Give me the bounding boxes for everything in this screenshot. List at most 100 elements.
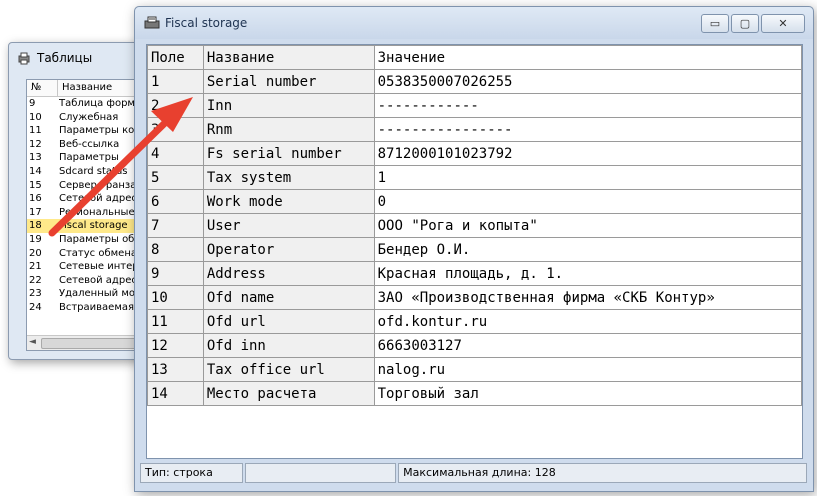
tables-window-titlebar[interactable]: Таблицы: [9, 43, 149, 73]
maximize-button[interactable]: ▢: [731, 14, 759, 33]
list-item[interactable]: 16 Сетевой адрес: [27, 192, 149, 206]
column-header-name[interactable]: Название: [202, 45, 375, 70]
value-cell[interactable]: nalog.ru: [373, 357, 802, 382]
value-cell[interactable]: ЗАО «Производственная фирма «СКБ Контур»: [373, 285, 802, 310]
table-row[interactable]: 6 Work mode 0: [147, 189, 802, 214]
field-cell[interactable]: 1: [147, 69, 204, 94]
list-item[interactable]: 22 Сетевой адрес: [27, 274, 149, 288]
name-cell[interactable]: Address: [202, 261, 375, 286]
name-cell[interactable]: Inn: [202, 93, 375, 118]
column-header-number[interactable]: №: [27, 80, 58, 96]
value-cell[interactable]: 8712000101023792: [373, 141, 802, 166]
name-cell[interactable]: Ofd url: [202, 309, 375, 334]
table-header-row: Поле Название Значение: [147, 45, 802, 70]
table-row[interactable]: 2 Inn ------------: [147, 93, 802, 118]
list-item-number: 21: [29, 261, 42, 273]
field-cell[interactable]: 9: [147, 261, 204, 286]
list-item-name: Сервер транза: [59, 179, 137, 191]
value-cell[interactable]: Торговый зал: [373, 381, 802, 406]
list-item[interactable]: 10 Служебная: [27, 111, 149, 125]
field-cell[interactable]: 14: [147, 381, 204, 406]
name-cell[interactable]: Fs serial number: [202, 141, 375, 166]
table-row[interactable]: 11 Ofd url ofd.kontur.ru: [147, 309, 802, 334]
table-row[interactable]: 1 Serial number 0538350007026255: [147, 69, 802, 94]
value-cell[interactable]: ООО "Рога и копыта": [373, 213, 802, 238]
minimize-button[interactable]: ▭: [701, 14, 729, 33]
list-item[interactable]: 13 Параметры: [27, 151, 149, 165]
list-item[interactable]: 20 Статус обмена: [27, 247, 149, 261]
name-cell[interactable]: Rnm: [202, 117, 375, 142]
name-cell[interactable]: Serial number: [202, 69, 375, 94]
field-cell[interactable]: 11: [147, 309, 204, 334]
name-cell[interactable]: Operator: [202, 237, 375, 262]
list-item[interactable]: 17 Региональные: [27, 206, 149, 220]
table-row[interactable]: 3 Rnm ----------------: [147, 117, 802, 142]
name-cell[interactable]: Место расчета: [202, 381, 375, 406]
field-cell[interactable]: 5: [147, 165, 204, 190]
field-cell[interactable]: 3: [147, 117, 204, 142]
fiscal-table: Поле Название Значение 1 Serial number 053…: [147, 45, 802, 406]
table-row[interactable]: 12 Ofd inn 6663003127: [147, 333, 802, 358]
value-cell[interactable]: ----------------: [373, 117, 802, 142]
list-item-number: 16: [29, 193, 42, 205]
list-item[interactable]: 21 Сетевые интер: [27, 260, 149, 274]
value-cell[interactable]: ------------: [373, 93, 802, 118]
column-header-value[interactable]: Значение: [373, 45, 802, 70]
list-item-number: 17: [29, 206, 42, 218]
list-item[interactable]: 23 Удаленный мо: [27, 287, 149, 301]
name-cell[interactable]: Ofd name: [202, 285, 375, 310]
list-item-name: Встраиваемая: [59, 301, 135, 313]
value-cell[interactable]: Красная площадь, д. 1.: [373, 261, 802, 286]
close-button[interactable]: ✕: [761, 14, 805, 33]
fiscal-storage-grid[interactable]: Поле Название Значение 1 Serial number 053…: [146, 44, 803, 459]
name-cell[interactable]: Work mode: [202, 189, 375, 214]
table-row[interactable]: 10 Ofd name ЗАО «Производственная фирма «С…: [147, 285, 802, 310]
field-cell[interactable]: 12: [147, 333, 204, 358]
list-item-number: 22: [29, 274, 42, 286]
field-cell[interactable]: 8: [147, 237, 204, 262]
value-cell[interactable]: ofd.kontur.ru: [373, 309, 802, 334]
value-cell[interactable]: 0538350007026255: [373, 69, 802, 94]
field-cell[interactable]: 4: [147, 141, 204, 166]
list-item[interactable]: 11 Параметры ко: [27, 124, 149, 138]
value-cell[interactable]: 1: [373, 165, 802, 190]
list-item[interactable]: 18 Fiscal storage: [27, 219, 149, 233]
table-row[interactable]: 8 Operator Бендер О.И.: [147, 237, 802, 262]
value-cell[interactable]: Бендер О.И.: [373, 237, 802, 262]
table-row[interactable]: 5 Tax system 1: [147, 165, 802, 190]
field-cell[interactable]: 13: [147, 357, 204, 382]
table-row[interactable]: 14 Место расчета Торговый зал: [147, 381, 802, 406]
fiscal-storage-titlebar[interactable]: Fiscal storage ▭ ▢ ✕: [135, 7, 813, 39]
field-cell[interactable]: 2: [147, 93, 204, 118]
list-item[interactable]: 12 Веб-ссылка: [27, 138, 149, 152]
name-cell[interactable]: User: [202, 213, 375, 238]
table-row[interactable]: 7 User ООО "Рога и копыта": [147, 213, 802, 238]
column-header-field[interactable]: Поле: [147, 45, 204, 70]
table-row[interactable]: 13 Tax office url nalog.ru: [147, 357, 802, 382]
horizontal-scrollbar[interactable]: ◄: [27, 335, 149, 350]
column-header-name[interactable]: Название: [58, 80, 112, 96]
field-cell[interactable]: 7: [147, 213, 204, 238]
name-cell[interactable]: Tax system: [202, 165, 375, 190]
name-cell[interactable]: Ofd inn: [202, 333, 375, 358]
value-cell[interactable]: 0: [373, 189, 802, 214]
scroll-left-icon[interactable]: ◄: [29, 337, 36, 347]
list-item[interactable]: 15 Сервер транза: [27, 179, 149, 193]
field-cell[interactable]: 10: [147, 285, 204, 310]
field-cell[interactable]: 6: [147, 189, 204, 214]
list-item[interactable]: 24 Встраиваемая: [27, 301, 149, 315]
list-item[interactable]: 19 Параметры об: [27, 233, 149, 247]
scrollbar-thumb[interactable]: [41, 338, 147, 349]
list-item-name: Параметры: [59, 152, 119, 164]
table-row[interactable]: 4 Fs serial number 8712000101023792: [147, 141, 802, 166]
tables-list[interactable]: № Название 9 Таблица форм 10 Служебная 11 Пар…: [26, 79, 150, 351]
table-row[interactable]: 9 Address Красная площадь, д. 1.: [147, 261, 802, 286]
list-item[interactable]: 9 Таблица форм: [27, 97, 149, 111]
list-item-name: Sdcard status: [59, 165, 128, 177]
name-cell[interactable]: Tax office url: [202, 357, 375, 382]
list-item-name: Сетевой адрес: [59, 274, 137, 286]
value-cell[interactable]: 6663003127: [373, 333, 802, 358]
status-bar: Тип: строка Максимальная длина: 128: [140, 463, 807, 483]
list-item[interactable]: 14 Sdcard status: [27, 165, 149, 179]
list-item-name: Параметры ко: [59, 125, 135, 137]
